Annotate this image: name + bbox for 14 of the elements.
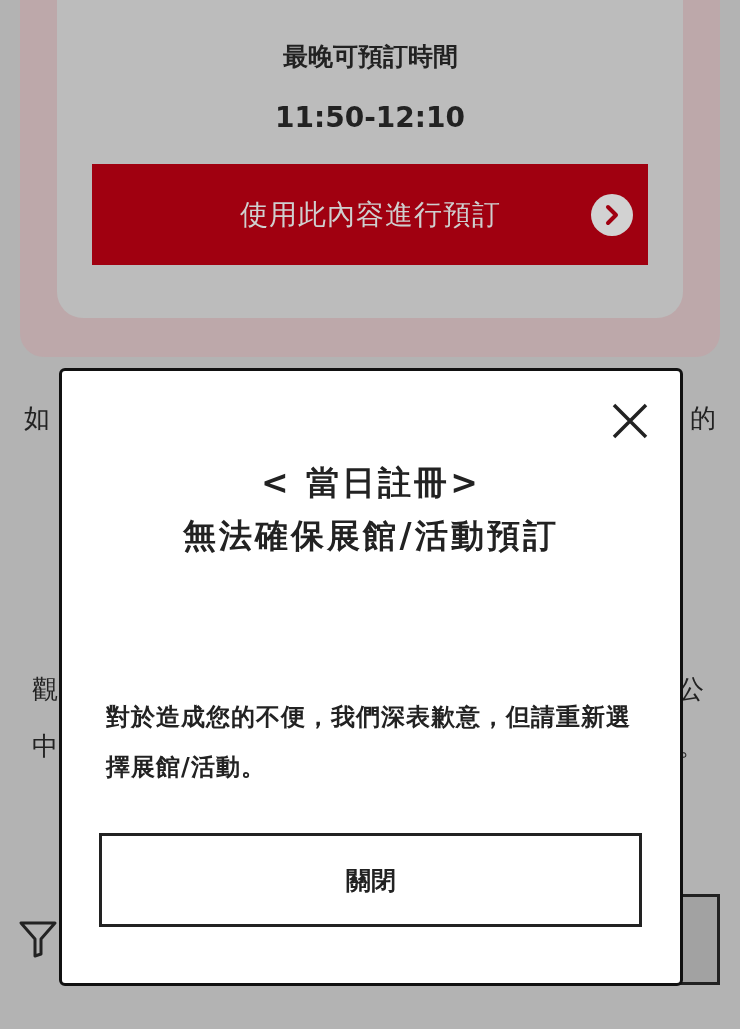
- text-fragment: 如: [24, 402, 50, 435]
- filter-icon[interactable]: [18, 919, 58, 959]
- latest-time: 11:50-12:10: [275, 101, 465, 134]
- dialog-title: < 當日註冊>: [260, 462, 482, 504]
- close-icon[interactable]: [612, 403, 648, 439]
- dialog-message: 對於造成您的不便，我們深表歉意，但請重新選擇展館/活動。: [106, 702, 632, 783]
- text-fragment: 觀: [32, 673, 58, 706]
- book-button[interactable]: 使用此內容進行預訂: [92, 164, 648, 265]
- text-fragment: 的: [690, 402, 716, 435]
- latest-time-label: 最晚可預訂時間: [282, 41, 458, 73]
- close-button[interactable]: 關閉: [99, 833, 642, 927]
- text-fragment: 中: [32, 730, 58, 763]
- dialog-title: 無法確保展館/活動預訂: [182, 515, 560, 557]
- chevron-right-icon: [591, 194, 633, 236]
